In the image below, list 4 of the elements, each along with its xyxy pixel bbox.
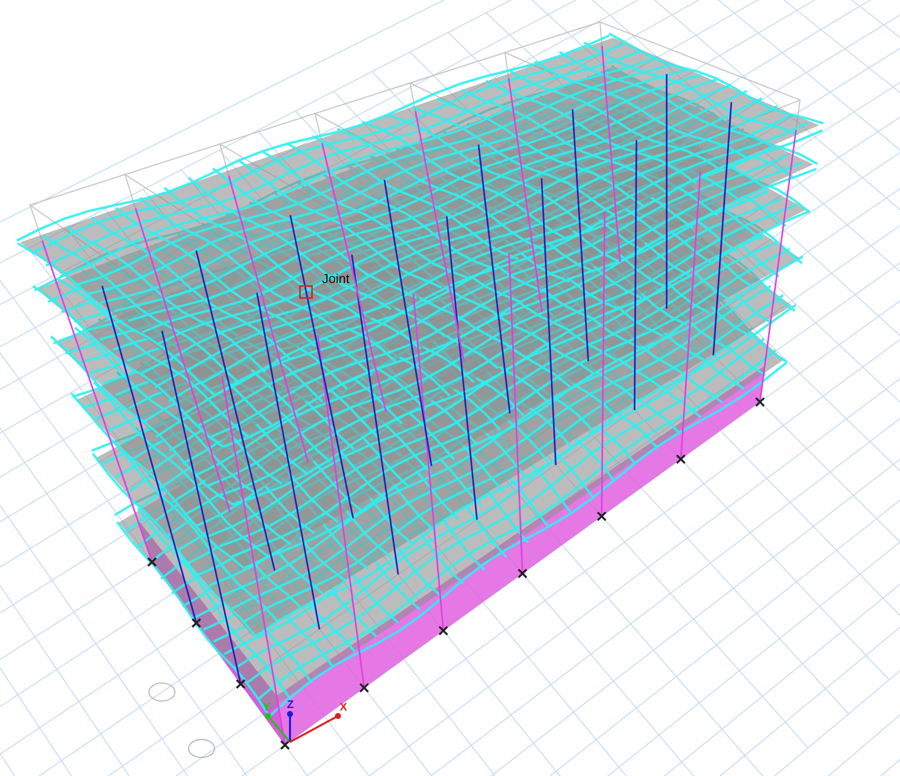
axis-label: X xyxy=(340,701,348,714)
joint-label: Joint xyxy=(322,271,350,286)
joint-marker xyxy=(299,285,313,299)
axis-label: Z xyxy=(287,699,294,712)
